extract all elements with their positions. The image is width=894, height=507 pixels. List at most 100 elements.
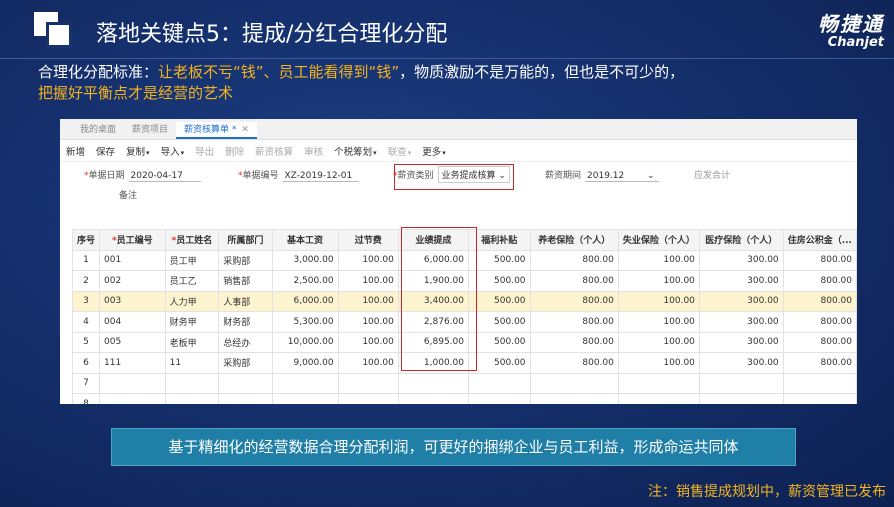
table-cell[interactable]: 员工甲 <box>164 249 220 271</box>
table-cell[interactable]: 11 <box>164 352 220 374</box>
table-cell[interactable] <box>698 372 784 394</box>
table-cell[interactable] <box>617 372 700 394</box>
table-cell[interactable]: 100.00 <box>337 270 399 292</box>
table-cell[interactable]: 800.00 <box>782 352 857 374</box>
toolbar-button-9[interactable]: 联查▾ <box>388 144 412 158</box>
table-cell[interactable]: 总经办 <box>218 331 273 353</box>
table-cell[interactable]: 300.00 <box>698 311 784 333</box>
table-cell[interactable] <box>99 393 166 404</box>
table-cell[interactable]: 300.00 <box>698 352 784 374</box>
table-cell[interactable]: 300.00 <box>698 290 784 312</box>
table-cell[interactable] <box>698 393 784 404</box>
table-cell[interactable]: 人事部 <box>218 290 273 312</box>
table-cell[interactable]: 老板甲 <box>164 331 220 353</box>
toolbar-button-8[interactable]: 个税筹划▾ <box>334 144 377 158</box>
table-cell[interactable]: 财务部 <box>218 311 273 333</box>
table-cell[interactable]: 500.00 <box>467 331 531 353</box>
table-cell[interactable] <box>337 393 399 404</box>
table-cell[interactable] <box>271 372 339 394</box>
table-cell[interactable]: 100.00 <box>617 249 700 271</box>
table-cell[interactable]: 800.00 <box>782 331 857 353</box>
column-header[interactable]: 过节费 <box>337 229 399 251</box>
table-cell[interactable]: 100.00 <box>337 311 399 333</box>
column-header[interactable]: 序号 <box>71 229 101 251</box>
table-cell[interactable]: 100.00 <box>617 270 700 292</box>
table-cell[interactable]: 003 <box>99 290 166 312</box>
table-cell[interactable]: 800.00 <box>529 249 619 271</box>
table-cell[interactable]: 100.00 <box>337 249 399 271</box>
table-cell[interactable] <box>164 393 220 404</box>
tab-2[interactable]: 薪资核算单 * ✕ <box>176 122 257 139</box>
toolbar-button-0[interactable]: 新增 <box>66 144 85 158</box>
tab-1[interactable]: 薪资项目 <box>124 122 176 139</box>
table-cell[interactable] <box>271 393 339 404</box>
table-cell[interactable]: 100.00 <box>617 290 700 312</box>
column-header[interactable]: 基本工资 <box>271 229 339 251</box>
table-cell[interactable]: 300.00 <box>698 331 784 353</box>
column-header[interactable]: 福利补贴 <box>467 229 531 251</box>
table-cell[interactable]: 001 <box>99 249 166 271</box>
table-cell[interactable] <box>782 393 857 404</box>
table-cell[interactable]: 800.00 <box>782 311 857 333</box>
toolbar-button-4[interactable]: 导出 <box>195 144 214 158</box>
table-cell[interactable]: 500.00 <box>467 290 531 312</box>
column-header[interactable]: *员工姓名 <box>164 229 220 251</box>
table-row[interactable]: 7 <box>71 372 857 394</box>
table-cell[interactable]: 004 <box>99 311 166 333</box>
table-cell[interactable] <box>467 393 531 404</box>
column-header[interactable]: 所属部门 <box>218 229 273 251</box>
table-cell[interactable]: 100.00 <box>337 290 399 312</box>
table-cell[interactable]: 800.00 <box>782 290 857 312</box>
tab-0[interactable]: 我的桌面 <box>72 122 124 139</box>
table-cell[interactable] <box>397 393 469 404</box>
table-cell[interactable]: 人力甲 <box>164 290 220 312</box>
toolbar-button-6[interactable]: 薪资核算 <box>255 144 293 158</box>
table-cell[interactable]: 500.00 <box>467 311 531 333</box>
column-header[interactable]: 失业保险（个人） <box>617 229 700 251</box>
period-field[interactable]: 薪资期间 2019.12 ⌄ <box>545 168 660 182</box>
number-field[interactable]: *单据编号 XZ-2019-12-01 <box>238 168 359 182</box>
table-cell[interactable]: 111 <box>99 352 166 374</box>
table-cell[interactable] <box>218 372 273 394</box>
close-icon[interactable]: ✕ <box>241 125 249 135</box>
table-cell[interactable]: 采购部 <box>218 352 273 374</box>
column-header[interactable]: 医疗保险（个人） <box>698 229 784 251</box>
table-cell[interactable]: 500.00 <box>467 270 531 292</box>
table-cell[interactable]: 100.00 <box>337 331 399 353</box>
table-cell[interactable]: 100.00 <box>337 352 399 374</box>
table-cell[interactable] <box>164 372 220 394</box>
table-cell[interactable]: 800.00 <box>782 249 857 271</box>
table-row[interactable]: 8 <box>71 393 857 404</box>
table-cell[interactable]: 800.00 <box>529 311 619 333</box>
table-cell[interactable]: 800.00 <box>782 270 857 292</box>
toolbar-button-5[interactable]: 删除 <box>225 144 244 158</box>
table-cell[interactable]: 100.00 <box>617 331 700 353</box>
table-cell[interactable]: 100.00 <box>617 352 700 374</box>
toolbar-button-7[interactable]: 审核 <box>304 144 323 158</box>
toolbar-button-10[interactable]: 更多▾ <box>422 144 446 158</box>
column-header[interactable]: *员工编号 <box>99 229 166 251</box>
table-cell[interactable]: 005 <box>99 331 166 353</box>
table-cell[interactable] <box>397 372 469 394</box>
remark-field[interactable]: 备注 <box>119 188 137 201</box>
table-cell[interactable]: 10,000.00 <box>271 331 339 353</box>
table-cell[interactable]: 300.00 <box>698 249 784 271</box>
table-cell[interactable] <box>782 372 857 394</box>
table-cell[interactable]: 采购部 <box>218 249 273 271</box>
table-cell[interactable]: 3,000.00 <box>271 249 339 271</box>
table-cell[interactable]: 800.00 <box>529 270 619 292</box>
column-header[interactable]: 住房公积金（... <box>782 229 857 251</box>
table-cell[interactable]: 员工乙 <box>164 270 220 292</box>
table-cell[interactable]: 800.00 <box>529 331 619 353</box>
date-field[interactable]: *单据日期 2020-04-17 <box>84 168 201 182</box>
column-header[interactable]: 养老保险（个人） <box>529 229 619 251</box>
table-cell[interactable]: 300.00 <box>698 270 784 292</box>
table-cell[interactable]: 800.00 <box>529 290 619 312</box>
table-cell[interactable] <box>617 393 700 404</box>
table-cell[interactable]: 6,000.00 <box>271 290 339 312</box>
table-cell[interactable]: 500.00 <box>467 352 531 374</box>
table-cell[interactable]: 5,300.00 <box>271 311 339 333</box>
toolbar-button-1[interactable]: 保存 <box>96 144 115 158</box>
table-cell[interactable]: 销售部 <box>218 270 273 292</box>
table-cell[interactable]: 800.00 <box>529 352 619 374</box>
